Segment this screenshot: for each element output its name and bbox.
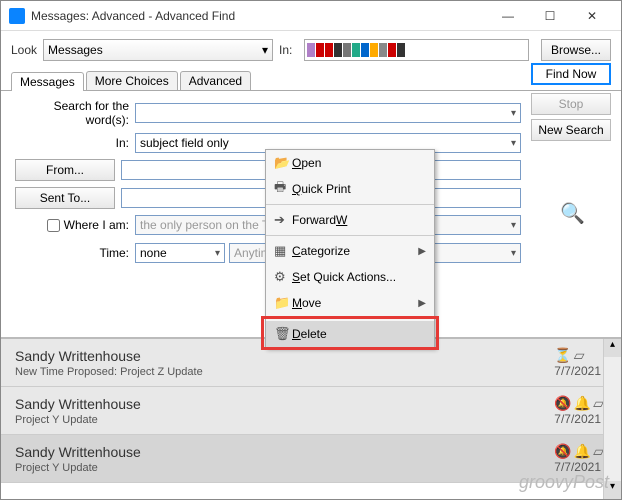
menu-item-open[interactable]: 📂Open	[266, 150, 434, 176]
chevron-down-icon: ▾	[262, 43, 268, 57]
where-checkbox[interactable]	[47, 219, 60, 232]
menu-item-forward[interactable]: ➔ForwardW	[266, 207, 434, 233]
close-button[interactable]: ✕	[571, 2, 613, 30]
maximize-button[interactable]: ☐	[529, 2, 571, 30]
search-in-label: In:	[15, 136, 135, 150]
search-words-input[interactable]: ▾	[135, 103, 521, 123]
menu-icon: ➔	[274, 212, 292, 228]
menu-label: Delete	[292, 327, 426, 341]
menu-icon: ⚙	[274, 269, 292, 285]
advanced-find-window: Messages: Advanced - Advanced Find — ☐ ✕…	[0, 0, 622, 500]
new-search-button[interactable]: New Search	[531, 119, 611, 141]
menu-label: ForwardW	[292, 213, 426, 227]
chevron-down-icon: ▾	[511, 220, 516, 231]
menu-icon: 📂	[274, 155, 292, 171]
stop-button: Stop	[531, 93, 611, 115]
menu-item-move[interactable]: 📁Move▶	[266, 290, 434, 316]
result-subject: Project Y Update	[15, 462, 554, 474]
from-button[interactable]: From...	[15, 159, 115, 181]
result-row[interactable]: Sandy Writtenhouse Project Y Update🔕🔔▱7/7…	[1, 387, 621, 435]
scroll-up-icon[interactable]: ▴	[604, 339, 621, 357]
menu-label: Open	[292, 156, 426, 170]
look-bar: Look Messages ▾ In: Browse...	[1, 31, 621, 69]
menu-icon: 🗑	[274, 326, 292, 342]
menu-item-quick-print[interactable]: 🖶Quick Print	[266, 176, 434, 202]
tab-more-choices[interactable]: More Choices	[86, 71, 178, 90]
tab-messages[interactable]: Messages	[11, 72, 84, 91]
result-icons: 🔕🔔▱	[554, 443, 607, 460]
app-icon	[9, 8, 25, 24]
search-words-label: Search for the word(s):	[15, 99, 135, 127]
find-now-button[interactable]: Find Now	[531, 63, 611, 85]
chevron-down-icon: ▾	[215, 248, 220, 259]
time-label: Time:	[15, 246, 135, 260]
menu-icon: 📁	[274, 295, 292, 311]
menu-label: Set Quick Actions...	[292, 270, 426, 284]
in-box[interactable]	[304, 39, 529, 61]
menu-icon: ▦	[274, 243, 292, 259]
menu-label: Categorize	[292, 244, 418, 258]
result-date: 7/7/2021	[554, 412, 601, 426]
result-sender: Sandy Writtenhouse	[15, 444, 554, 460]
look-value: Messages	[48, 43, 103, 57]
watermark: groovyPost	[519, 472, 609, 493]
chevron-down-icon: ▾	[511, 138, 516, 149]
look-label: Look	[11, 43, 37, 57]
result-date: 7/7/2021	[554, 364, 601, 378]
where-label: Where I am:	[64, 218, 129, 232]
menu-item-delete[interactable]: 🗑Delete	[266, 321, 434, 347]
browse-button[interactable]: Browse...	[541, 39, 611, 61]
context-menu: 📂Open🖶Quick Print➔ForwardW▦Categorize▶⚙S…	[265, 149, 435, 348]
result-icons: ⏳▱	[554, 347, 607, 364]
submenu-arrow-icon: ▶	[418, 246, 426, 257]
menu-item-categorize[interactable]: ▦Categorize▶	[266, 238, 434, 264]
results-list: Sandy Writtenhouse New Time Proposed: Pro…	[1, 337, 621, 483]
look-select[interactable]: Messages ▾	[43, 39, 273, 61]
window-title: Messages: Advanced - Advanced Find	[31, 9, 487, 23]
chevron-down-icon: ▾	[511, 108, 516, 119]
menu-item-set-quick-actions-[interactable]: ⚙Set Quick Actions...	[266, 264, 434, 290]
titlebar: Messages: Advanced - Advanced Find — ☐ ✕	[1, 1, 621, 31]
in-label: In:	[279, 43, 292, 57]
menu-icon: 🖶	[274, 178, 292, 200]
sent-to-button[interactable]: Sent To...	[15, 187, 115, 209]
minimize-button[interactable]: —	[487, 2, 529, 30]
where-i-am-check[interactable]: Where I am:	[15, 218, 135, 232]
tab-advanced[interactable]: Advanced	[180, 71, 251, 90]
result-icons: 🔕🔔▱	[554, 395, 607, 412]
time-select[interactable]: none▾	[135, 243, 225, 263]
menu-label: Move	[292, 296, 418, 310]
tabs: Messages More Choices Advanced	[1, 69, 621, 91]
magnify-icon: 🔍	[560, 201, 585, 226]
result-sender: Sandy Writtenhouse	[15, 396, 554, 412]
submenu-arrow-icon: ▶	[418, 298, 426, 309]
menu-label: Quick Print	[292, 182, 426, 196]
chevron-down-icon: ▾	[511, 248, 516, 259]
result-subject: Project Y Update	[15, 414, 554, 426]
result-subject: New Time Proposed: Project Z Update	[15, 366, 554, 378]
result-sender: Sandy Writtenhouse	[15, 348, 554, 364]
